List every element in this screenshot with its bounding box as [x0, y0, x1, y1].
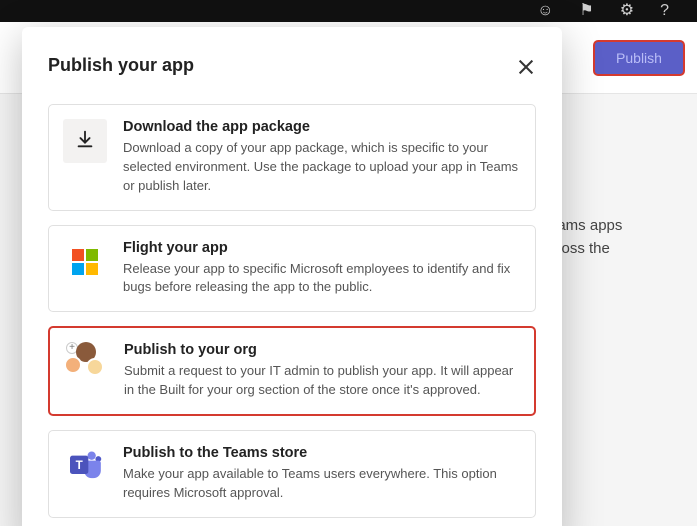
- people-icon: +: [64, 342, 108, 386]
- option-desc: Submit a request to your IT admin to pub…: [124, 362, 518, 400]
- option-title: Flight your app: [123, 240, 519, 256]
- top-bar: ☺ ⚑ ⚙ ?: [0, 0, 697, 22]
- flag-icon[interactable]: ⚑: [579, 3, 593, 19]
- teams-icon: T: [63, 445, 107, 489]
- option-desc: Release your app to specific Microsoft e…: [123, 260, 519, 298]
- option-title: Publish to your org: [124, 342, 518, 358]
- help-icon[interactable]: ?: [660, 3, 669, 19]
- option-title: Publish to the Teams store: [123, 445, 519, 461]
- option-list: Download the app package Download a copy…: [48, 104, 536, 518]
- option-desc: Make your app available to Teams users e…: [123, 465, 519, 503]
- download-icon: [63, 119, 107, 163]
- gear-icon[interactable]: ⚙: [620, 3, 634, 19]
- option-download-package[interactable]: Download the app package Download a copy…: [48, 104, 536, 211]
- close-icon[interactable]: [516, 57, 536, 77]
- option-title: Download the app package: [123, 119, 519, 135]
- publish-modal: Publish your app Download the app packag…: [22, 27, 562, 526]
- publish-button[interactable]: Publish: [593, 40, 685, 76]
- app-stage: ☺ ⚑ ⚙ ? Publish eams apps cross the Publ…: [0, 0, 697, 526]
- bg-line2: cross the: [549, 238, 679, 261]
- emoji-icon[interactable]: ☺: [537, 3, 553, 19]
- bg-line1: eams apps: [549, 215, 679, 238]
- option-flight-app[interactable]: Flight your app Release your app to spec…: [48, 225, 536, 313]
- modal-title: Publish your app: [48, 55, 536, 76]
- microsoft-icon: [63, 240, 107, 284]
- svg-text:T: T: [76, 459, 83, 472]
- option-publish-store[interactable]: T Publish to the Teams store Make your a…: [48, 430, 536, 518]
- background-paragraph: eams apps cross the: [549, 215, 679, 260]
- option-desc: Download a copy of your app package, whi…: [123, 139, 519, 196]
- publish-button-label: Publish: [616, 50, 662, 66]
- option-publish-org[interactable]: + Publish to your org Submit a request t…: [48, 326, 536, 416]
